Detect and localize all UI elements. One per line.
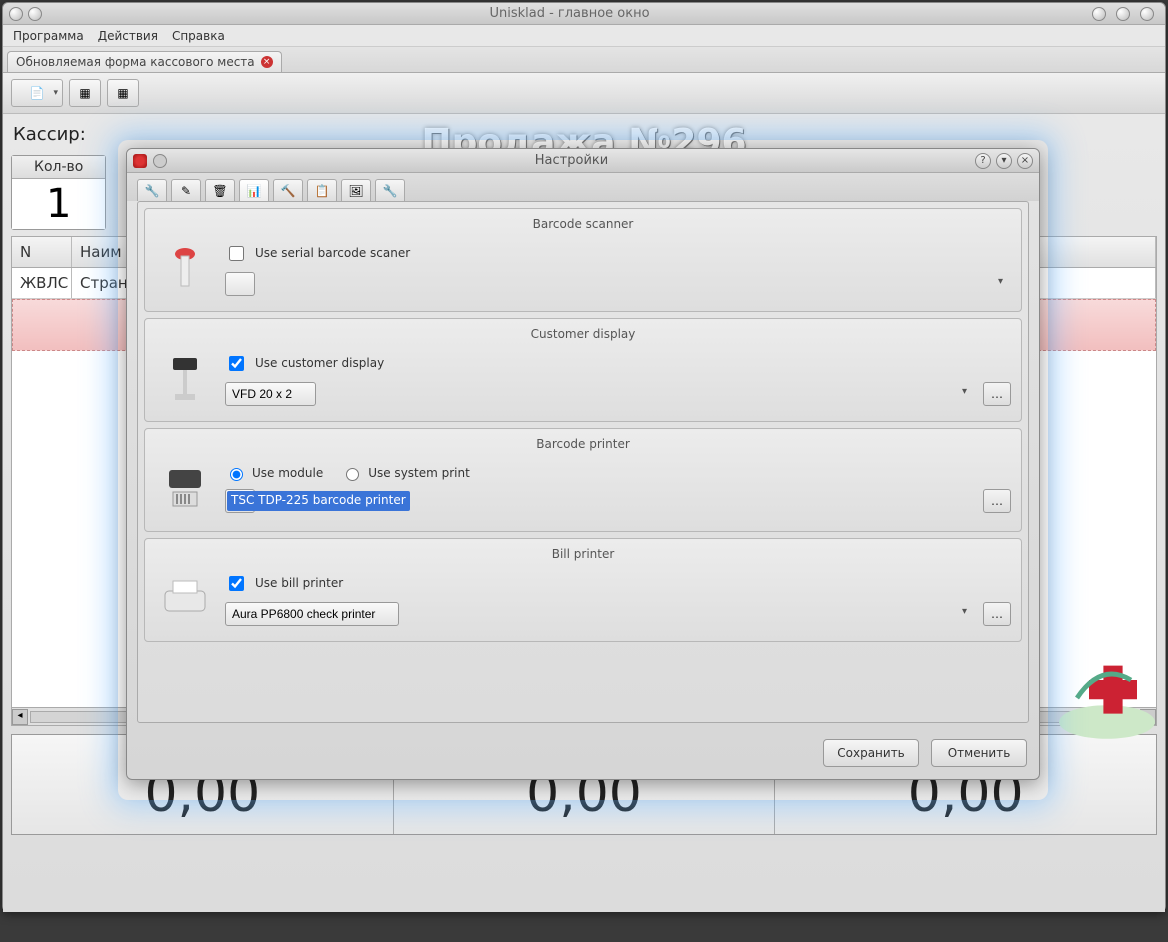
scroll-left-icon[interactable]: ◂ xyxy=(12,709,28,725)
bill-printer-icon xyxy=(155,569,215,629)
bprinter-combo[interactable] xyxy=(225,489,255,513)
tab-5-icon[interactable]: 🔨 xyxy=(273,179,303,201)
display-combo[interactable]: VFD 20 x 2 xyxy=(225,382,316,406)
toolbar-grid2-icon[interactable]: ▦ xyxy=(107,79,139,107)
qty-value: 1 xyxy=(12,179,105,229)
cashier-label: Кассир: xyxy=(13,124,1155,145)
save-button[interactable]: Сохранить xyxy=(823,739,919,767)
barcode-printer-icon xyxy=(155,459,215,519)
billprinter-config-button[interactable]: … xyxy=(983,602,1011,626)
menubar: Программа Действия Справка xyxy=(3,25,1165,47)
scanner-checkbox-input[interactable] xyxy=(229,246,244,261)
dialog-title: Настройки xyxy=(173,153,970,168)
close-icon[interactable] xyxy=(1140,7,1154,21)
scroll-right-icon[interactable]: ▸ xyxy=(1140,709,1156,725)
col-jvls[interactable]: ЖВЛС xyxy=(12,268,72,298)
dialog-footer: Сохранить Отменить xyxy=(127,731,1039,779)
system-radio-input[interactable] xyxy=(346,468,359,481)
system-label: Use system print xyxy=(368,466,470,480)
tab-7-icon[interactable]: 🖼 xyxy=(341,179,371,201)
dialog-help-icon[interactable]: ? xyxy=(975,153,991,169)
pin-icon[interactable] xyxy=(28,7,42,21)
maximize-icon[interactable] xyxy=(1116,7,1130,21)
qty-box: Кол-во 1 xyxy=(11,155,106,230)
bprinter-config-button[interactable]: … xyxy=(983,489,1011,513)
scanner-combo[interactable] xyxy=(225,272,255,296)
billprinter-use-checkbox[interactable]: Use bill printer xyxy=(225,573,1011,594)
main-titlebar[interactable]: Unisklad - главное окно xyxy=(3,3,1165,25)
section-barcode-scanner: Barcode scanner Use serial barcode scane… xyxy=(144,208,1022,312)
tab-3-icon[interactable]: 🗑 xyxy=(205,179,235,201)
scanner-use-label: Use serial barcode scaner xyxy=(255,246,410,260)
display-use-label: Use customer display xyxy=(255,356,384,370)
tab-8-icon[interactable]: 🔧 xyxy=(375,179,405,201)
dialog-app-icon xyxy=(133,154,147,168)
section-barcode-printer: Barcode printer Use module Use system pr… xyxy=(144,428,1022,532)
app-icon[interactable] xyxy=(9,7,23,21)
display-config-button[interactable]: … xyxy=(983,382,1011,406)
toolbar: 📄 ▦ ▦ xyxy=(3,73,1165,114)
qty-label: Кол-во xyxy=(12,156,105,179)
menu-actions[interactable]: Действия xyxy=(98,29,158,43)
billprinter-use-label: Use bill printer xyxy=(255,576,343,590)
dialog-rollup-icon[interactable]: ▾ xyxy=(996,153,1012,169)
dialog-body: Barcode scanner Use serial barcode scane… xyxy=(137,201,1029,723)
tab-cashier-form[interactable]: Обновляемая форма кассового места × xyxy=(7,51,282,72)
tabbar: Обновляемая форма кассового места × xyxy=(3,47,1165,73)
tab-6-icon[interactable]: 📋 xyxy=(307,179,337,201)
menu-program[interactable]: Программа xyxy=(13,29,84,43)
display-use-checkbox[interactable]: Use customer display xyxy=(225,353,1011,374)
menu-help[interactable]: Справка xyxy=(172,29,225,43)
dialog-pin-icon[interactable] xyxy=(153,154,167,168)
module-label: Use module xyxy=(252,466,323,480)
toolbar-doc-dropdown[interactable]: 📄 xyxy=(11,79,63,107)
bprinter-title: Barcode printer xyxy=(155,437,1011,451)
tab-4-icon[interactable]: 📊 xyxy=(239,179,269,201)
display-checkbox-input[interactable] xyxy=(229,356,244,371)
tab-2-icon[interactable]: ✎ xyxy=(171,179,201,201)
section-bill-printer: Bill printer Use bill printer Aura PP680… xyxy=(144,538,1022,642)
dialog-tabs: 🔧 ✎ 🗑 📊 🔨 📋 🖼 🔧 xyxy=(127,173,1039,201)
display-icon xyxy=(155,349,215,409)
cancel-button[interactable]: Отменить xyxy=(931,739,1027,767)
module-radio-input[interactable] xyxy=(230,468,243,481)
scanner-icon xyxy=(155,239,215,299)
toolbar-grid1-icon[interactable]: ▦ xyxy=(69,79,101,107)
minimize-icon[interactable] xyxy=(1092,7,1106,21)
dialog-titlebar[interactable]: Настройки ? ▾ × xyxy=(127,149,1039,173)
bprinter-module-radio[interactable]: Use module xyxy=(225,465,323,481)
tab-close-icon[interactable]: × xyxy=(261,56,273,68)
col-n[interactable]: N xyxy=(12,237,72,267)
display-title: Customer display xyxy=(155,327,1011,341)
dialog-close-icon[interactable]: × xyxy=(1017,153,1033,169)
billprinter-title: Bill printer xyxy=(155,547,1011,561)
scanner-use-checkbox[interactable]: Use serial barcode scaner xyxy=(225,243,1011,264)
section-customer-display: Customer display Use customer display VF… xyxy=(144,318,1022,422)
scanner-title: Barcode scanner xyxy=(155,217,1011,231)
billprinter-combo[interactable]: Aura PP6800 check printer xyxy=(225,602,399,626)
tab-1-icon[interactable]: 🔧 xyxy=(137,179,167,201)
tab-label: Обновляемая форма кассового места xyxy=(16,55,255,69)
bprinter-system-radio[interactable]: Use system print xyxy=(341,465,470,481)
settings-dialog: Настройки ? ▾ × 🔧 ✎ 🗑 📊 🔨 📋 🖼 🔧 Barcode … xyxy=(126,148,1040,780)
main-title: Unisklad - главное окно xyxy=(47,6,1092,21)
billprinter-checkbox-input[interactable] xyxy=(229,576,244,591)
